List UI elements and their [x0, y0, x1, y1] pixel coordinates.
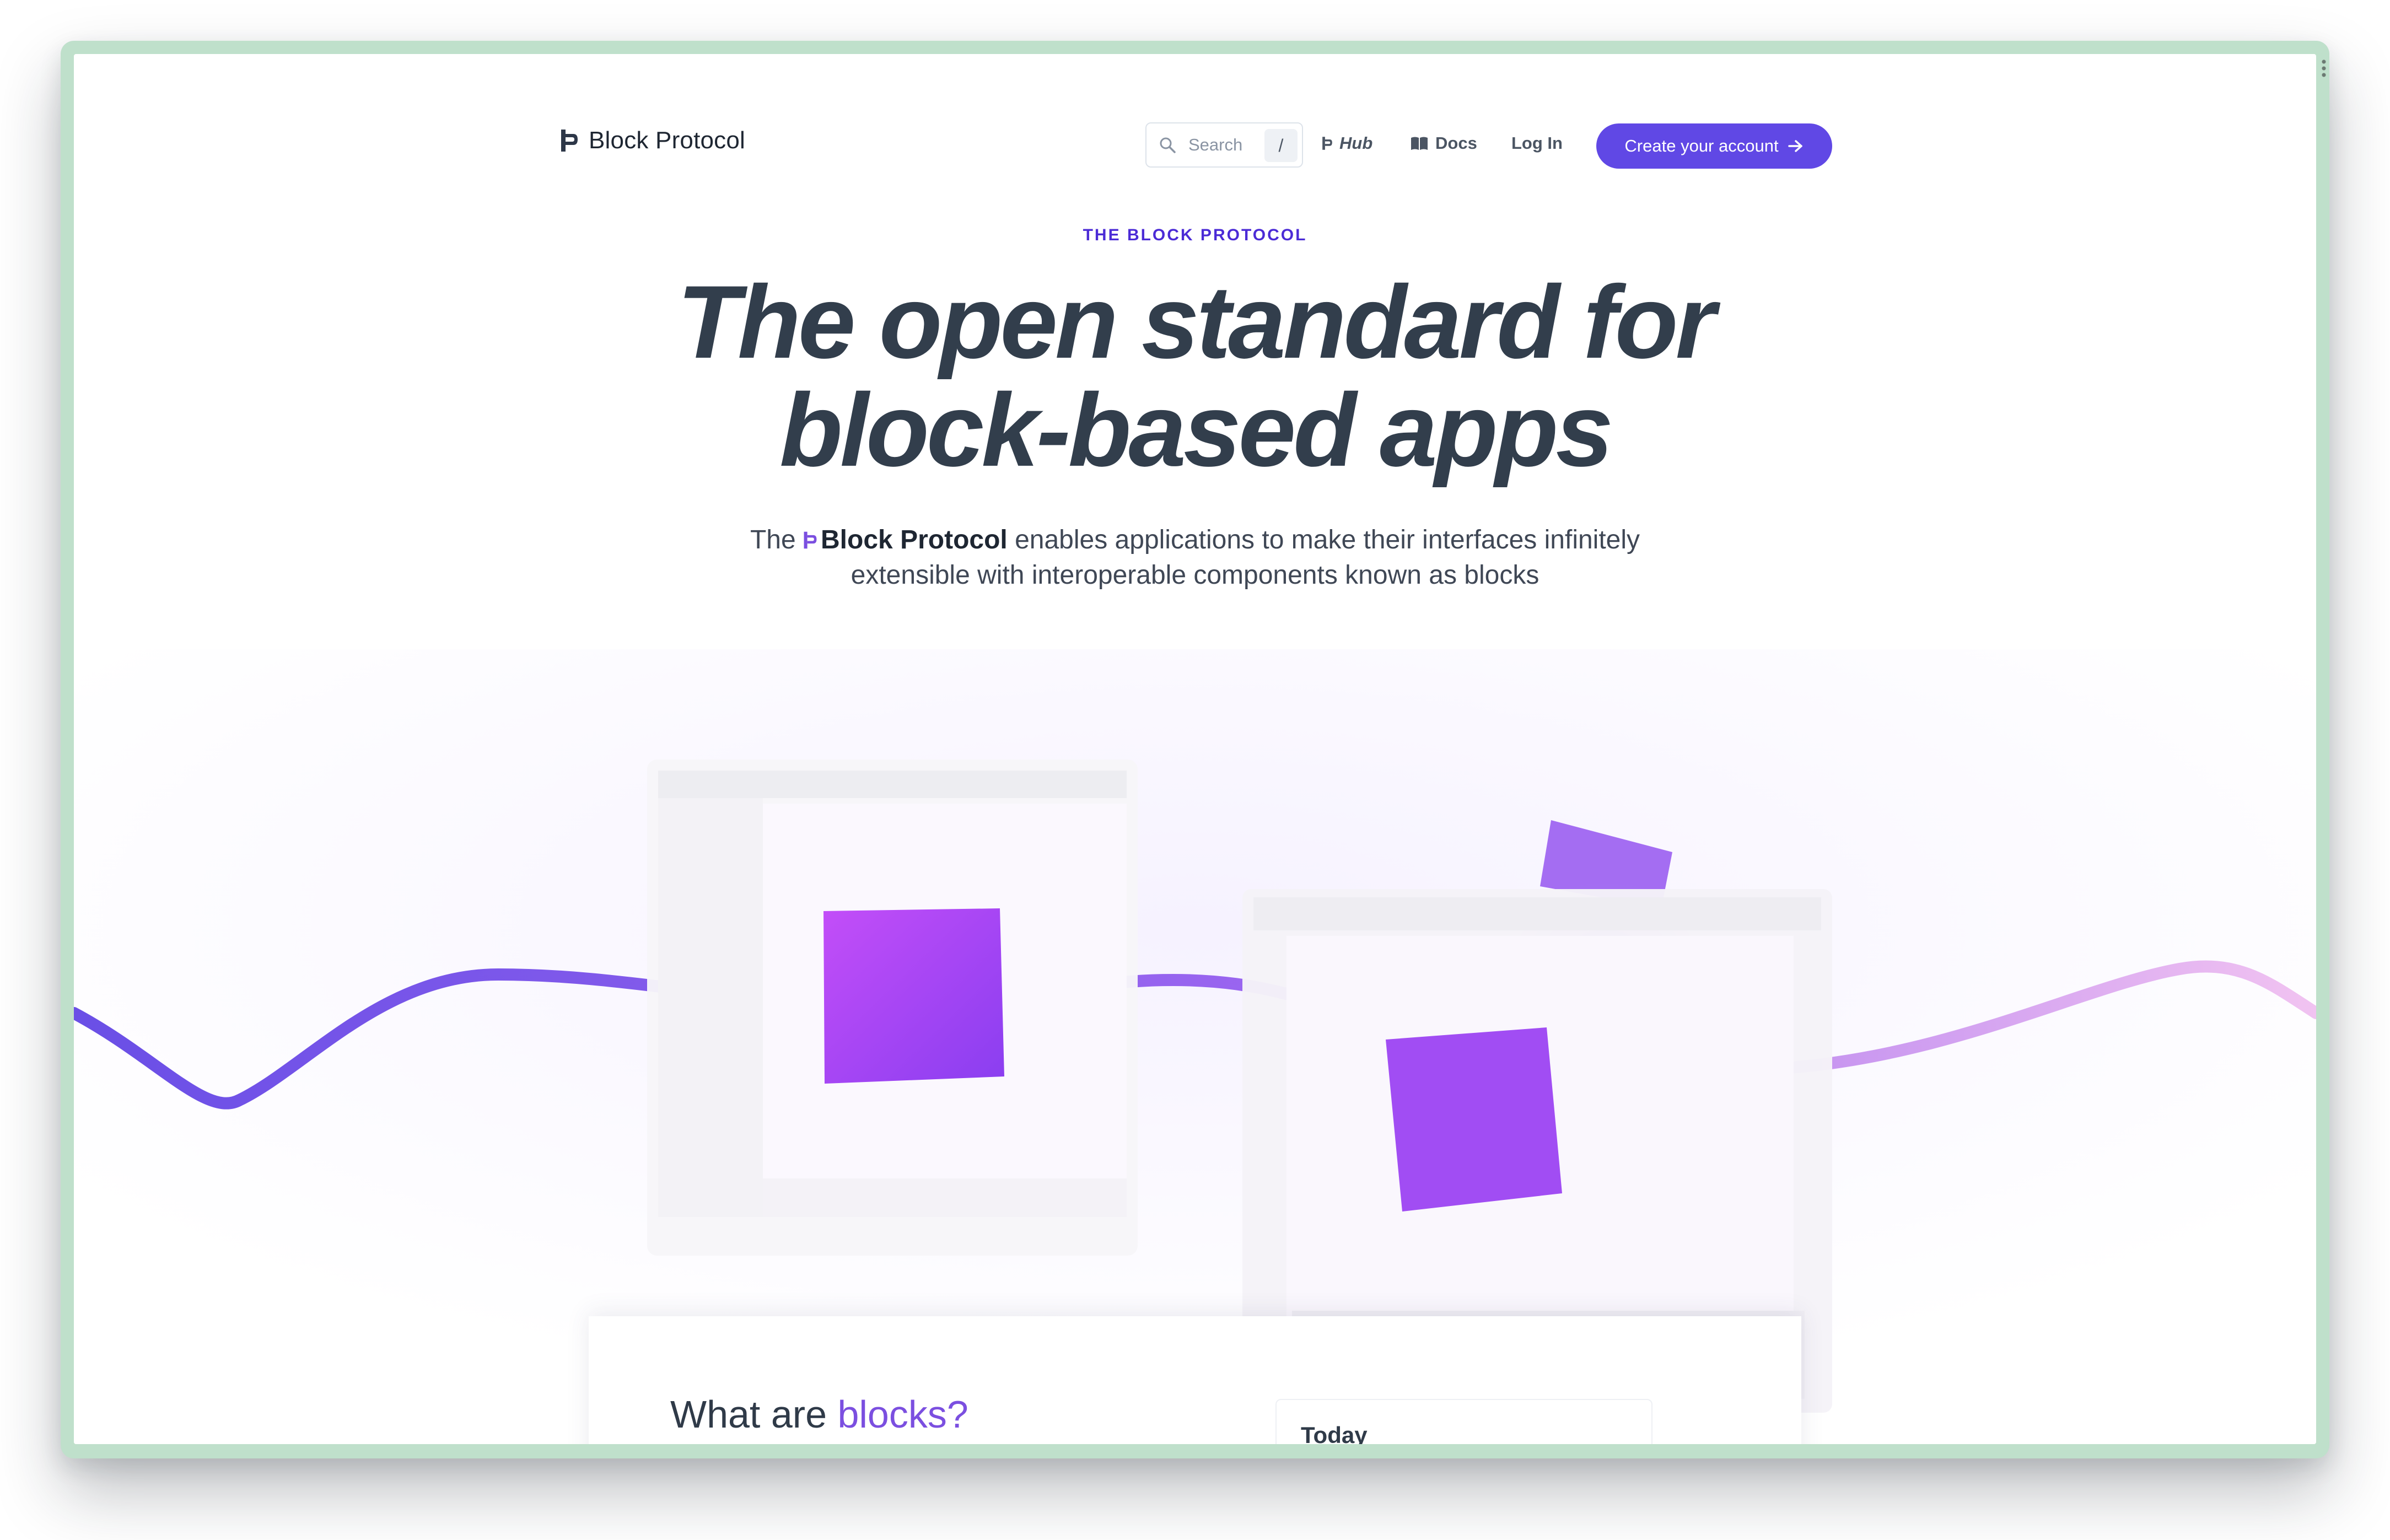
hero-eyebrow: THE BLOCK PROTOCOL	[1083, 226, 1307, 244]
today-label: Today	[1301, 1422, 1368, 1444]
window-handle-icon[interactable]	[2322, 58, 2326, 78]
browser-window-frame: Block Protocol Search / Hub Docs Log In …	[61, 41, 2329, 1458]
nav-login-label: Log In	[1511, 133, 1563, 153]
calendar-preview-panel: Today	[1275, 1399, 1652, 1444]
subtitle-line-1-rest: enables applications to make their inter…	[1015, 525, 1640, 554]
section-title-prefix: What are	[670, 1393, 827, 1436]
search-shortcut-key: /	[1264, 129, 1298, 162]
hero-subtitle: The Block Protocol enables applications …	[614, 523, 1776, 593]
subtitle-prefix: The	[750, 525, 796, 554]
brand-name: Block Protocol	[589, 127, 746, 154]
nav-docs-link[interactable]: Docs	[1410, 133, 1477, 153]
create-account-label: Create your account	[1624, 136, 1779, 155]
headline-line-1: The open standard for	[677, 264, 1716, 380]
search-icon	[1160, 137, 1176, 153]
section-title: What are blocks?	[670, 1392, 968, 1436]
search-box[interactable]: Search /	[1145, 122, 1303, 168]
subtitle-brand: Block Protocol	[821, 525, 1008, 554]
section-title-accent: blocks?	[837, 1393, 968, 1436]
arrow-right-icon	[1788, 140, 1802, 152]
left-glass-cube	[647, 760, 1138, 1256]
nav-hub-link[interactable]: Hub	[1322, 133, 1372, 153]
nav-hub-label: Hub	[1339, 133, 1373, 153]
book-icon	[1411, 137, 1428, 150]
page-viewport: Block Protocol Search / Hub Docs Log In …	[74, 54, 2316, 1444]
subtitle-line-2: extensible with interoperable components…	[851, 561, 1539, 590]
hero-headline: The open standard for block-based apps	[74, 268, 2316, 484]
left-purple-block	[823, 908, 1004, 1084]
what-are-blocks-card: What are blocks? Today	[589, 1316, 1801, 1444]
block-protocol-logo-icon	[1322, 137, 1332, 150]
headline-line-2: block-based apps	[779, 372, 1613, 488]
create-account-button[interactable]: Create your account	[1596, 123, 1832, 169]
block-protocol-logo-icon	[561, 130, 578, 152]
block-protocol-logo-icon	[804, 531, 817, 549]
nav-docs-label: Docs	[1435, 133, 1477, 153]
search-placeholder: Search	[1188, 135, 1243, 154]
right-purple-block	[1386, 1027, 1562, 1211]
nav-login-link[interactable]: Log In	[1511, 133, 1563, 153]
brand-logo[interactable]: Block Protocol	[560, 127, 745, 154]
